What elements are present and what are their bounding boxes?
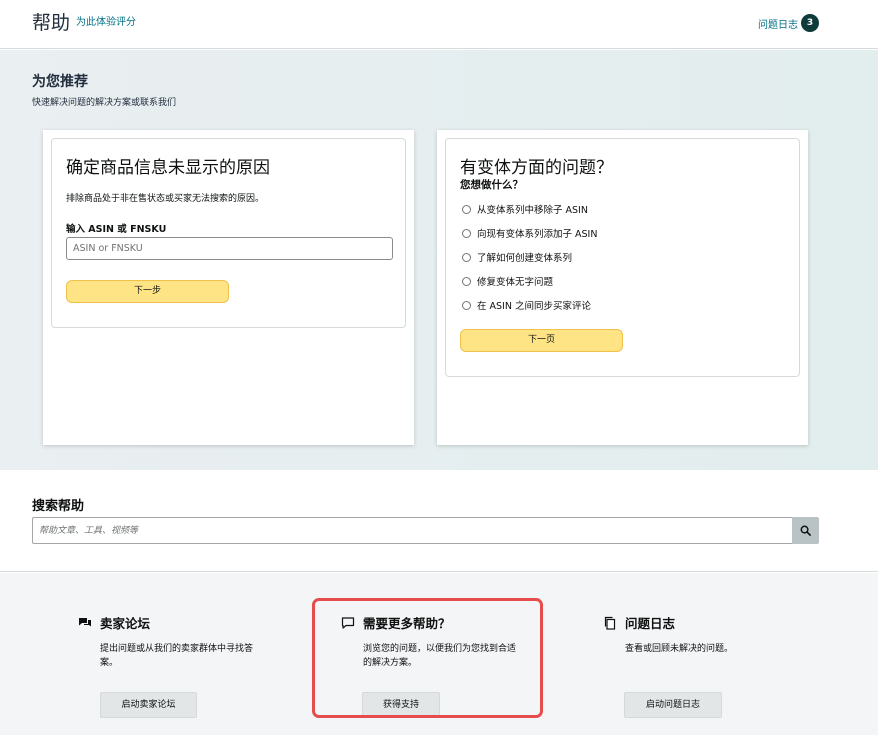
case-log-count-badge[interactable]: 3 <box>801 14 819 32</box>
variation-option-label: 了解如何创建变体系列 <box>477 253 573 264</box>
radio-button-icon[interactable] <box>462 276 471 286</box>
need-more-help-title: 需要更多帮助？ <box>363 616 451 631</box>
variation-option-learn-create[interactable]: 了解如何创建变体系列 <box>460 245 597 269</box>
variation-issue-card: 有变体方面的问题？ 您想做什么？ 从变体系列中移除子 ASIN 向现有变体系列添… <box>437 130 808 445</box>
recommendations-section: 为您推荐 快速解决问题的解决方案或联系我们 确定商品信息未显示的原因 排除商品处… <box>0 50 878 470</box>
variation-question-label: 您想做什么？ <box>460 179 523 191</box>
more-help-section: 卖家论坛 提出问题或从我们的卖家群体中寻找答案。 启动卖家论坛 需要更多帮助？ … <box>0 573 878 735</box>
listing-issue-card: 确定商品信息未显示的原因 排除商品处于非在售状态或买家无法搜索的原因。 输入 A… <box>43 130 414 445</box>
listing-issue-panel: 确定商品信息未显示的原因 排除商品处于非在售状态或买家无法搜索的原因。 输入 A… <box>51 138 406 328</box>
asin-fnsku-input[interactable] <box>66 237 393 260</box>
radio-button-icon[interactable] <box>462 300 471 310</box>
launch-seller-forum-button[interactable]: 启动卖家论坛 <box>100 692 197 718</box>
variation-option-add-child[interactable]: 向现有变体系列添加子 ASIN <box>460 221 597 245</box>
variation-issue-title: 有变体方面的问题？ <box>460 158 613 178</box>
search-icon <box>800 525 811 536</box>
seller-forum-title: 卖家论坛 <box>100 616 151 631</box>
case-log-heading: 问题日志 <box>603 613 803 632</box>
case-log-description: 查看或回顾未解决的问题。 <box>625 644 734 654</box>
case-log-link[interactable]: 问题日志 <box>758 16 798 31</box>
seller-forum-block: 卖家论坛 提出问题或从我们的卖家群体中寻找答案。 <box>78 613 278 670</box>
copy-pages-icon <box>603 616 617 630</box>
variation-option-remove-child[interactable]: 从变体系列中移除子 ASIN <box>460 197 597 221</box>
search-help-input[interactable] <box>32 517 792 544</box>
page-title: 帮助 <box>32 12 71 34</box>
variation-option-label: 在 ASIN 之间同步买家评论 <box>477 301 591 312</box>
case-log-block: 问题日志 查看或回顾未解决的问题。 <box>603 613 803 656</box>
need-more-help-heading: 需要更多帮助？ <box>341 613 541 632</box>
launch-case-log-button[interactable]: 启动问题日志 <box>624 692 722 718</box>
speech-bubble-icon <box>341 616 355 630</box>
variation-option-label: 修复变体无字问题 <box>477 277 554 288</box>
rate-experience-link[interactable]: 为此体验评分 <box>76 13 136 28</box>
variation-issue-panel: 有变体方面的问题？ 您想做什么？ 从变体系列中移除子 ASIN 向现有变体系列添… <box>445 138 800 377</box>
recommendations-subtitle: 快速解决问题的解决方案或联系我们 <box>32 98 177 108</box>
variation-option-label: 向现有变体系列添加子 ASIN <box>477 229 598 240</box>
radio-button-icon[interactable] <box>462 252 471 262</box>
page-header: 帮助 为此体验评分 问题日志 3 <box>0 0 878 49</box>
listing-issue-description: 排除商品处于非在售状态或买家无法搜索的原因。 <box>66 194 265 204</box>
radio-button-icon[interactable] <box>462 228 471 238</box>
recommendations-title: 为您推荐 <box>32 74 88 90</box>
variation-option-sync-reviews[interactable]: 在 ASIN 之间同步买家评论 <box>460 293 597 317</box>
need-more-help-block: 需要更多帮助？ 浏览您的问题，以便我们为您找到合适的解决方案。 <box>341 613 541 670</box>
asin-field-label: 输入 ASIN 或 FNSKU <box>66 224 167 235</box>
get-support-button[interactable]: 获得支持 <box>362 692 440 718</box>
seller-forum-description: 提出问题或从我们的卖家群体中寻找答案。 <box>100 644 254 668</box>
listing-issue-title: 确定商品信息未显示的原因 <box>66 158 270 178</box>
need-more-help-description: 浏览您的问题，以便我们为您找到合适的解决方案。 <box>363 644 517 668</box>
radio-button-icon[interactable] <box>462 204 471 214</box>
search-help-section: 搜索帮助 <box>0 470 878 572</box>
search-button[interactable] <box>792 517 819 544</box>
next-step-button[interactable]: 下一步 <box>66 280 229 303</box>
seller-forum-heading: 卖家论坛 <box>78 613 278 632</box>
variation-option-fix-issue[interactable]: 修复变体无字问题 <box>460 269 597 293</box>
forum-chat-icon <box>78 616 92 630</box>
variation-option-label: 从变体系列中移除子 ASIN <box>477 205 588 216</box>
variation-options-list: 从变体系列中移除子 ASIN 向现有变体系列添加子 ASIN 了解如何创建变体系… <box>460 197 597 317</box>
search-help-title: 搜索帮助 <box>32 499 85 514</box>
next-page-button[interactable]: 下一页 <box>460 329 623 352</box>
case-log-title: 问题日志 <box>625 616 676 631</box>
